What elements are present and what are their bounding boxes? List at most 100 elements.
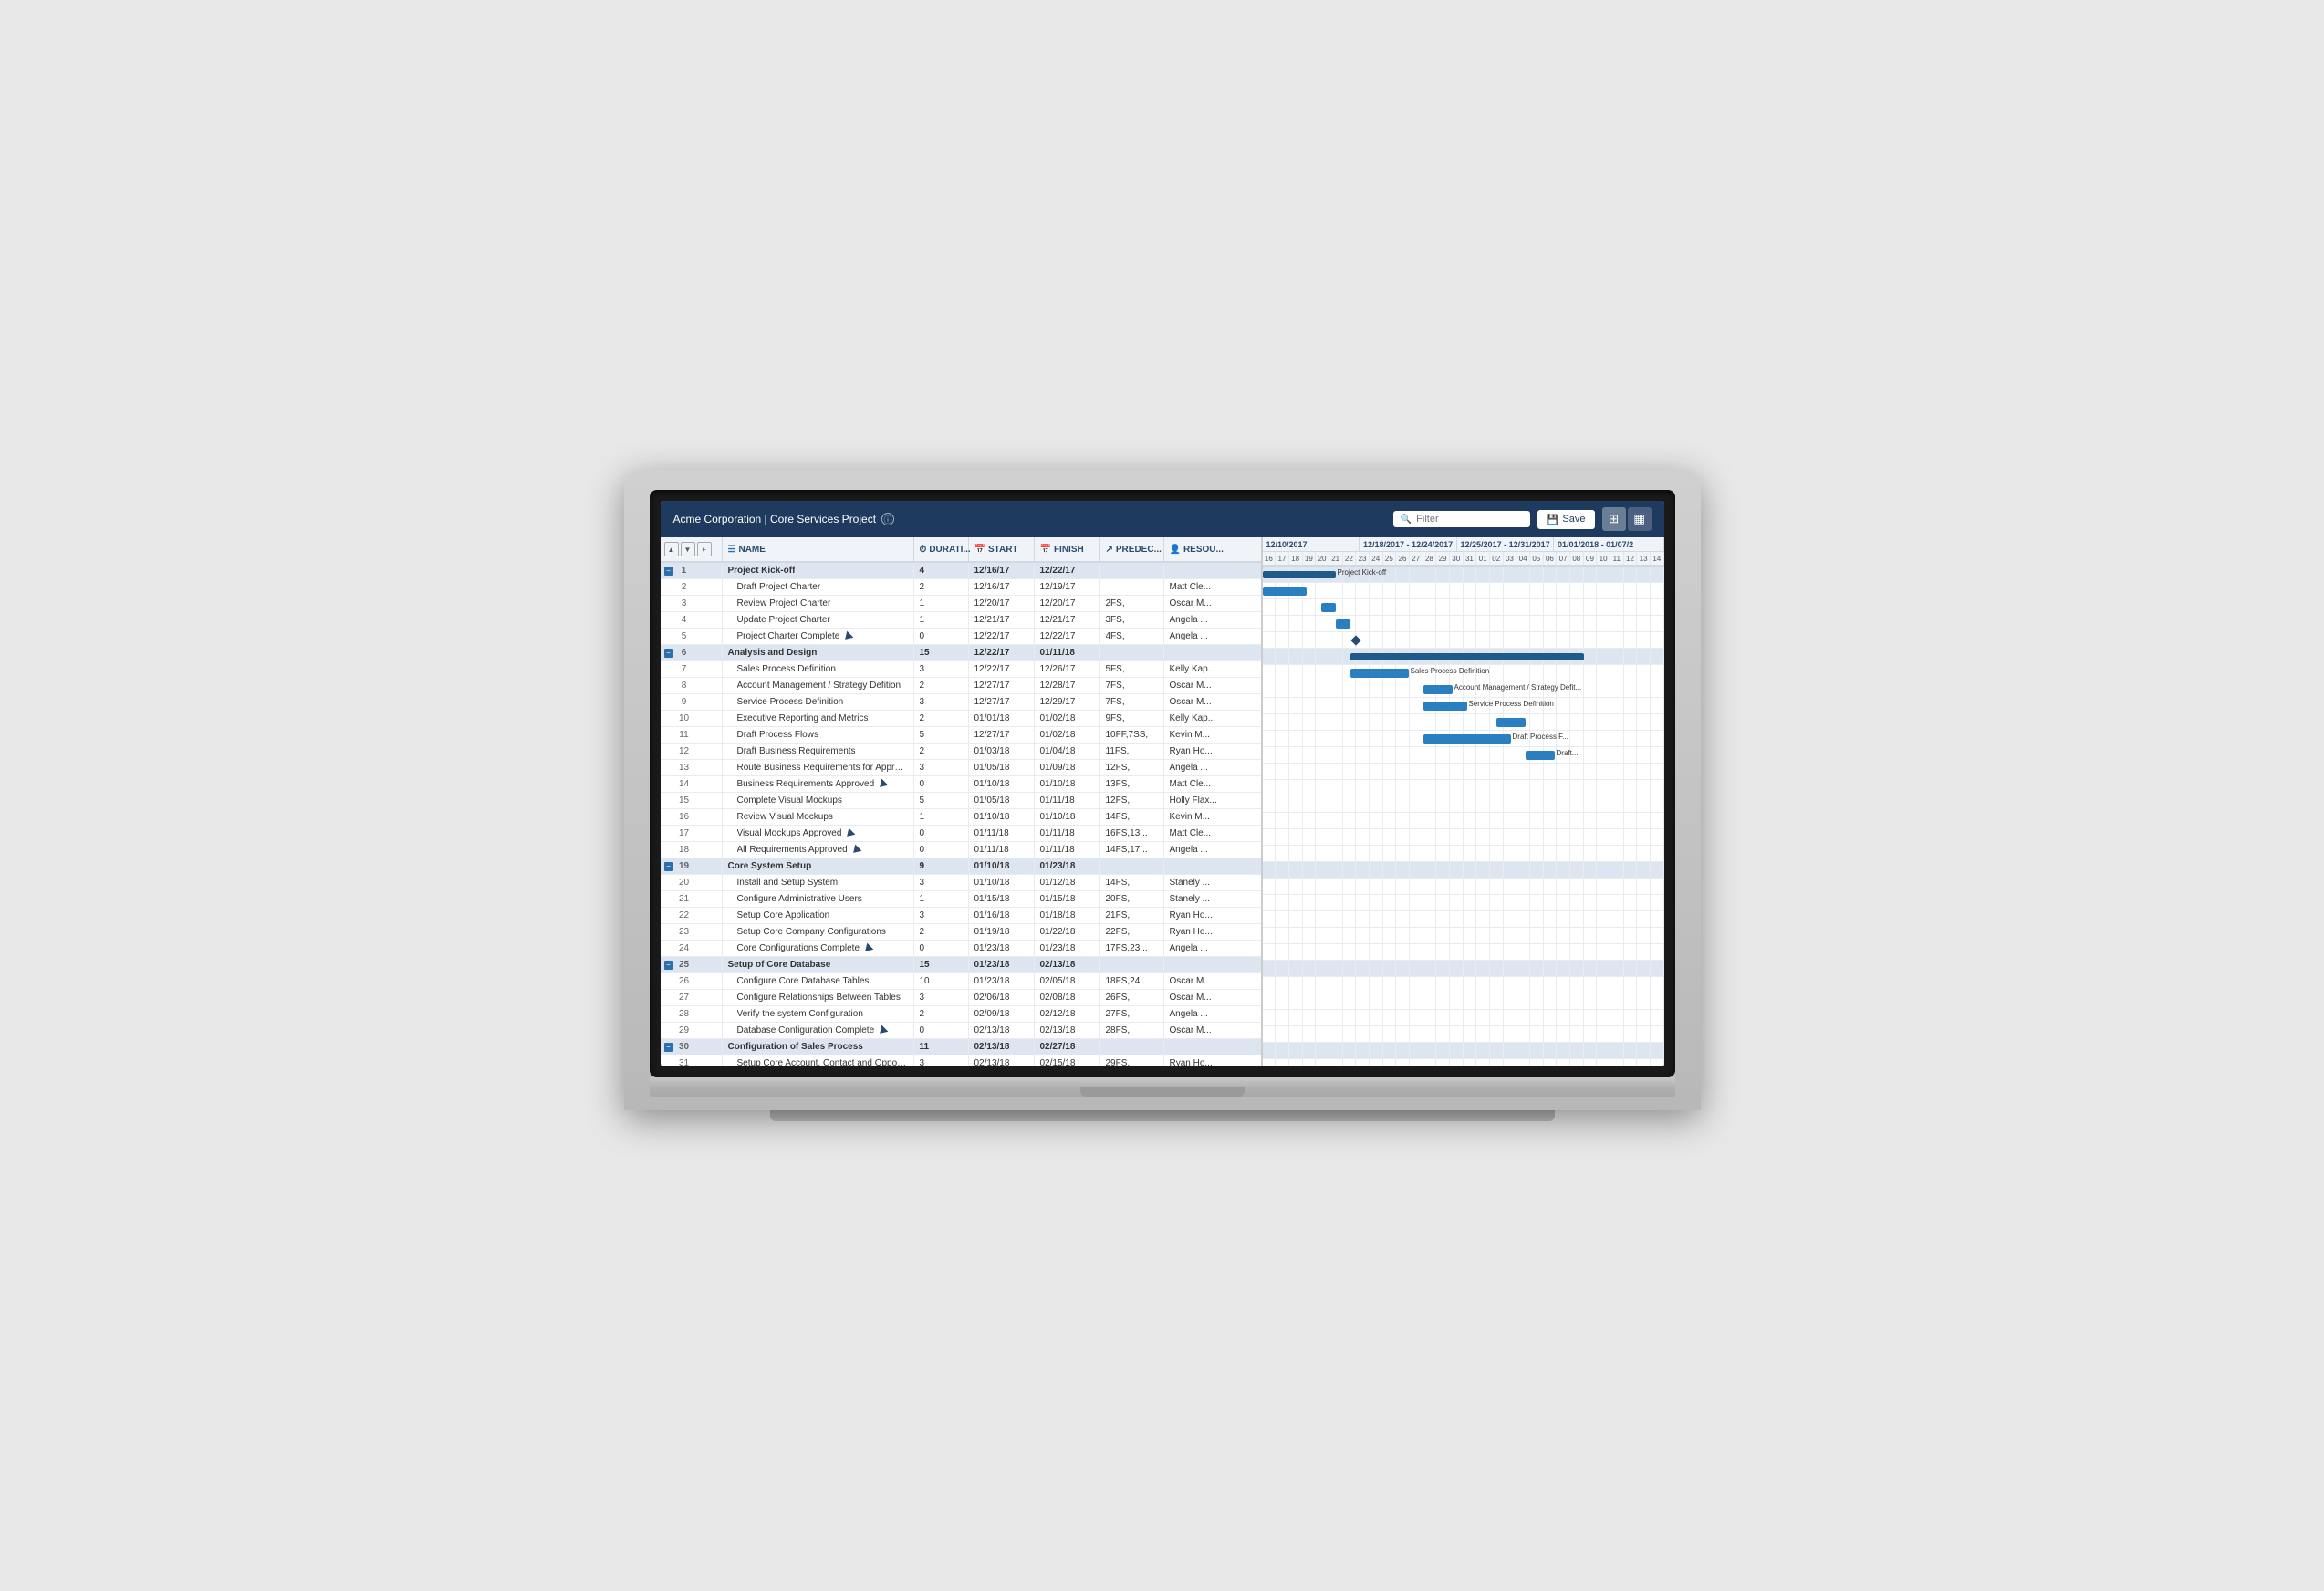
table-row[interactable]: − 25 Setup of Core Database 15 01/23/18 … bbox=[661, 957, 1261, 973]
table-row[interactable]: 12 Draft Business Requirements 2 01/03/1… bbox=[661, 744, 1261, 760]
filter-input-wrapper[interactable]: 🔍 bbox=[1393, 511, 1530, 527]
gantt-cell bbox=[1329, 731, 1343, 746]
table-row[interactable]: 9 Service Process Definition 3 12/27/17 … bbox=[661, 694, 1261, 711]
table-row[interactable]: 7 Sales Process Definition 3 12/22/17 12… bbox=[661, 661, 1261, 678]
table-row[interactable]: 13 Route Business Requirements for Appro… bbox=[661, 760, 1261, 776]
cell-duration: 3 bbox=[914, 990, 969, 1005]
expand-button[interactable]: − bbox=[664, 961, 673, 970]
expand-button[interactable]: − bbox=[664, 567, 673, 576]
gantt-cell bbox=[1316, 796, 1329, 812]
table-row[interactable]: 22 Setup Core Application 3 01/16/18 01/… bbox=[661, 908, 1261, 924]
expand-button[interactable]: − bbox=[664, 862, 673, 871]
table-row[interactable]: 31 Setup Core Account, Contact and Oppor… bbox=[661, 1055, 1261, 1066]
gantt-cell bbox=[1504, 928, 1517, 943]
gantt-cell bbox=[1329, 1026, 1343, 1042]
gantt-date-day: 12 bbox=[1624, 552, 1638, 565]
table-row[interactable]: 27 Configure Relationships Between Table… bbox=[661, 990, 1261, 1006]
gantt-cell bbox=[1396, 731, 1410, 746]
cell-name: Account Management / Strategy Defition bbox=[723, 678, 914, 693]
table-row[interactable]: 24 Core Configurations Complete 0 01/23/… bbox=[661, 941, 1261, 957]
gantt-cell bbox=[1370, 1043, 1383, 1058]
sort-down-button[interactable]: ▼ bbox=[681, 542, 695, 556]
gantt-view-button[interactable]: ▦ bbox=[1628, 507, 1652, 531]
gantt-cell bbox=[1410, 796, 1423, 812]
table-row[interactable]: 3 Review Project Charter 1 12/20/17 12/2… bbox=[661, 596, 1261, 612]
gantt-cell bbox=[1396, 583, 1410, 598]
gantt-cell bbox=[1504, 1010, 1517, 1025]
cell-name: Core Configurations Complete bbox=[723, 941, 914, 956]
table-row[interactable]: 15 Complete Visual Mockups 5 01/05/18 01… bbox=[661, 793, 1261, 809]
table-row[interactable]: 18 All Requirements Approved 0 01/11/18 … bbox=[661, 842, 1261, 858]
table-row[interactable]: 11 Draft Process Flows 5 12/27/17 01/02/… bbox=[661, 727, 1261, 744]
cell-duration: 0 bbox=[914, 842, 969, 858]
table-row[interactable]: 8 Account Management / Strategy Defition… bbox=[661, 678, 1261, 694]
gantt-cell bbox=[1624, 632, 1638, 648]
expand-button[interactable]: − bbox=[664, 1043, 673, 1052]
gantt-cell bbox=[1383, 764, 1397, 779]
filter-input[interactable] bbox=[1416, 514, 1523, 525]
gantt-cell bbox=[1289, 961, 1303, 976]
gantt-cell bbox=[1504, 780, 1517, 796]
gantt-cell bbox=[1597, 1059, 1610, 1066]
gantt-cell bbox=[1570, 813, 1584, 828]
th-name[interactable]: ☰ NAME bbox=[723, 537, 914, 561]
table-row[interactable]: 23 Setup Core Company Configurations 2 0… bbox=[661, 924, 1261, 941]
table-row[interactable]: 29 Database Configuration Complete 0 02/… bbox=[661, 1023, 1261, 1039]
th-finish[interactable]: 📅 FINISH bbox=[1035, 537, 1100, 561]
gantt-cell bbox=[1410, 731, 1423, 746]
table-row[interactable]: − 30 Configuration of Sales Process 11 0… bbox=[661, 1039, 1261, 1055]
th-resource[interactable]: 👤 RESOU... bbox=[1164, 537, 1235, 561]
th-duration[interactable]: ⏱ DURATI... bbox=[914, 537, 969, 561]
task-name: Route Business Requirements for Approval bbox=[737, 763, 908, 773]
table-row[interactable]: 4 Update Project Charter 1 12/21/17 12/2… bbox=[661, 612, 1261, 629]
sort-up-button[interactable]: ▲ bbox=[664, 542, 679, 556]
th-start[interactable]: 📅 START bbox=[969, 537, 1035, 561]
table-row[interactable]: 21 Configure Administrative Users 1 01/1… bbox=[661, 891, 1261, 908]
gantt-cell bbox=[1423, 928, 1437, 943]
gantt-cell bbox=[1544, 846, 1558, 861]
gantt-cell bbox=[1530, 829, 1544, 845]
gantt-cell bbox=[1303, 1026, 1317, 1042]
gantt-cell bbox=[1370, 731, 1383, 746]
table-row[interactable]: 10 Executive Reporting and Metrics 2 01/… bbox=[661, 711, 1261, 727]
table-row[interactable]: − 1 Project Kick-off 4 12/16/17 12/22/17 bbox=[661, 563, 1261, 579]
info-icon[interactable]: ⓘ bbox=[881, 513, 894, 525]
save-button[interactable]: 💾 Save bbox=[1537, 510, 1595, 529]
add-column-button[interactable]: + bbox=[697, 542, 712, 556]
cell-predecessor bbox=[1100, 1039, 1164, 1055]
gantt-date-day: 03 bbox=[1504, 552, 1517, 565]
table-row[interactable]: 26 Configure Core Database Tables 10 01/… bbox=[661, 973, 1261, 990]
gantt-cell bbox=[1343, 977, 1357, 993]
gantt-cell bbox=[1316, 846, 1329, 861]
table-row[interactable]: − 6 Analysis and Design 15 12/22/17 01/1… bbox=[661, 645, 1261, 661]
gantt-bar bbox=[1336, 619, 1350, 629]
gantt-cell bbox=[1570, 796, 1584, 812]
gantt-cell bbox=[1557, 1010, 1570, 1025]
gantt-row bbox=[1263, 796, 1664, 813]
table-row[interactable]: 28 Verify the system Configuration 2 02/… bbox=[661, 1006, 1261, 1023]
th-predecessor[interactable]: ↗ PREDEC... bbox=[1100, 537, 1164, 561]
table-row[interactable]: 14 Business Requirements Approved 0 01/1… bbox=[661, 776, 1261, 793]
gantt-cell bbox=[1610, 911, 1624, 927]
table-row[interactable]: 20 Install and Setup System 3 01/10/18 0… bbox=[661, 875, 1261, 891]
gantt-cell bbox=[1597, 714, 1610, 730]
gantt-cell bbox=[1343, 681, 1357, 697]
grid-view-button[interactable]: ⊞ bbox=[1602, 507, 1626, 531]
table-row[interactable]: 16 Review Visual Mockups 1 01/10/18 01/1… bbox=[661, 809, 1261, 826]
cell-start: 01/05/18 bbox=[969, 760, 1035, 775]
gantt-cell bbox=[1651, 780, 1664, 796]
cell-name: Business Requirements Approved bbox=[723, 776, 914, 792]
gantt-cell bbox=[1476, 632, 1490, 648]
gantt-cell bbox=[1557, 599, 1570, 615]
gantt-cell bbox=[1464, 616, 1477, 631]
table-row[interactable]: 17 Visual Mockups Approved 0 01/11/18 01… bbox=[661, 826, 1261, 842]
table-row[interactable]: − 19 Core System Setup 9 01/10/18 01/23/… bbox=[661, 858, 1261, 875]
expand-button[interactable]: − bbox=[664, 649, 673, 658]
gantt-cell bbox=[1557, 961, 1570, 976]
table-row[interactable]: 5 Project Charter Complete 0 12/22/17 12… bbox=[661, 629, 1261, 645]
gantt-cell bbox=[1383, 977, 1397, 993]
gantt-cell bbox=[1597, 977, 1610, 993]
table-row[interactable]: 2 Draft Project Charter 2 12/16/17 12/19… bbox=[661, 579, 1261, 596]
row-number: 22 bbox=[675, 910, 693, 920]
cell-resource: Angela ... bbox=[1164, 760, 1235, 775]
